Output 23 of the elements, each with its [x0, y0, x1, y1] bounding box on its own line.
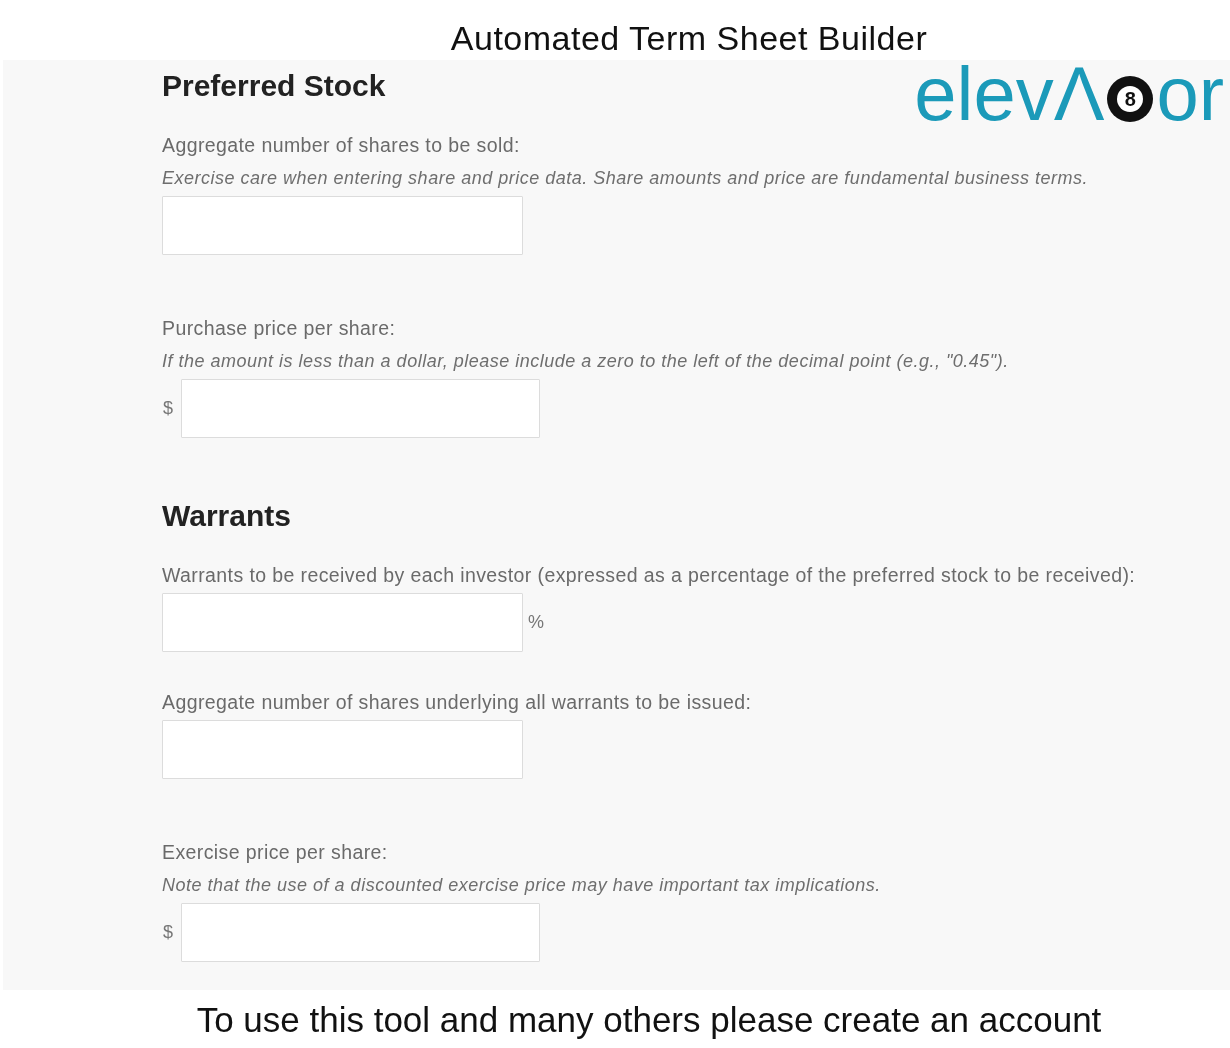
percent-suffix: %: [528, 612, 544, 633]
input-field[interactable]: [181, 903, 540, 962]
field-label: Exercise price per share:: [162, 840, 388, 864]
field-label: Purchase price per share:: [162, 316, 396, 340]
page-title: Automated Term Sheet Builder: [450, 18, 928, 58]
footer-message: To use this tool and many others please create an account: [196, 999, 1102, 1041]
input-field[interactable]: [162, 720, 523, 779]
logo-ball: 8: [1107, 76, 1154, 122]
currency-prefix: $: [162, 922, 174, 943]
field-label: Aggregate number of shares to be sold:: [162, 133, 520, 157]
input-field[interactable]: [162, 593, 523, 652]
input-field[interactable]: [162, 196, 523, 255]
currency-prefix: $: [162, 398, 174, 419]
field-hint: If the amount is less than a dollar, please include a zero to the left of the decimal point (e.g., "0.45").: [162, 350, 1009, 373]
input-field[interactable]: [181, 379, 540, 438]
field-label: Aggregate number of shares underlying all warrants to be issued:: [162, 690, 752, 714]
logo-text: elevΛ: [914, 58, 1105, 130]
field-hint: Note that the use of a discounted exercise price may have important tax implications.: [162, 874, 881, 897]
section-heading: Preferred Stock: [162, 68, 386, 104]
section-heading: Warrants: [162, 498, 291, 534]
logo-text: or: [1156, 58, 1224, 130]
field-label: Warrants to be received by each investor (expressed as a percentage of the preferred stock to be received):: [162, 563, 1136, 587]
field-hint: Exercise care when entering share and price data. Share amounts and price are fundamental business terms.: [162, 167, 1088, 190]
